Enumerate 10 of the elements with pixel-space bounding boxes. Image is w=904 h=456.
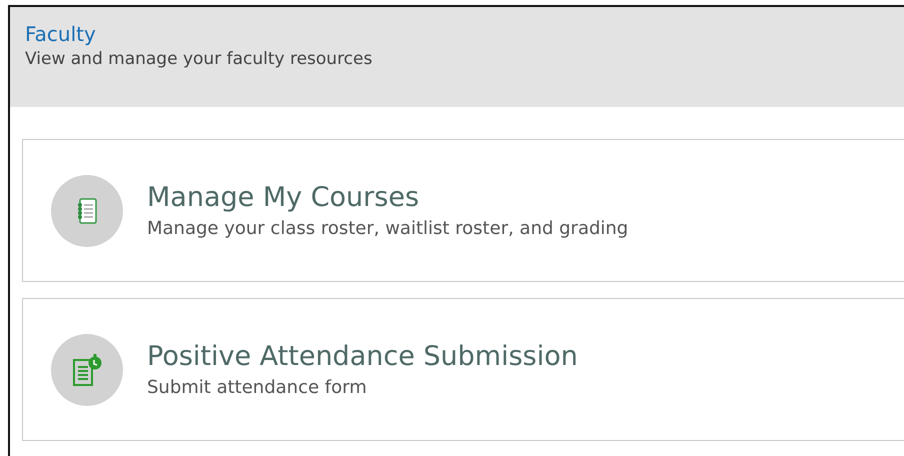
menu-card[interactable]: Positive Attendance Submission Submit attendance form bbox=[22, 298, 904, 441]
card-title: Positive Attendance Submission bbox=[147, 340, 578, 374]
form-timer-icon bbox=[71, 352, 103, 386]
menu-card[interactable]: Manage My Courses Manage your class roster, waitlist roster, and grading bbox=[22, 139, 904, 282]
card-description: Manage your class roster, waitlist roster, and grading bbox=[147, 216, 628, 240]
card-description: Submit attendance form bbox=[147, 376, 368, 400]
card-title: Manage My Courses bbox=[147, 180, 420, 214]
page-subtitle: View and manage your faculty resources bbox=[25, 48, 374, 71]
notebook-icon bbox=[77, 198, 97, 224]
page-title: Faculty bbox=[25, 21, 97, 47]
